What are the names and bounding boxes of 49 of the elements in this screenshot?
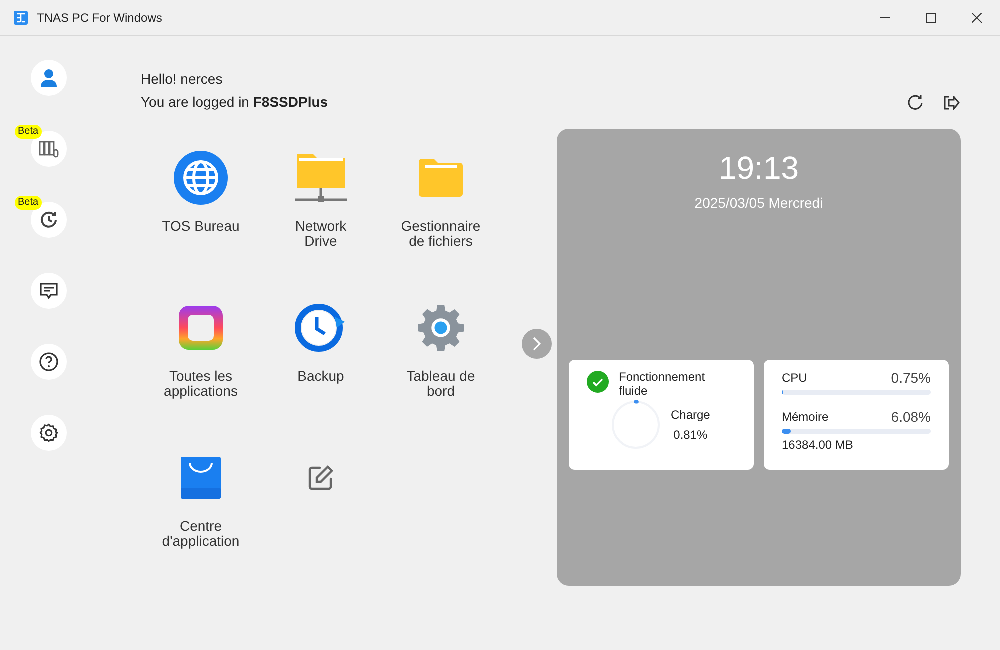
app-launcher[interactable]: Gestionnaire de fichiers (381, 149, 501, 299)
app-launcher[interactable]: Toutes les applications (141, 299, 261, 449)
beta-badge: Beta (15, 196, 42, 210)
close-icon (972, 12, 982, 22)
help-icon (39, 352, 59, 372)
clock-refresh-icon (39, 210, 59, 230)
beta-badge: Beta (15, 125, 42, 139)
gear-icon (416, 303, 466, 353)
load-ring (611, 400, 661, 450)
load-value: 0.81% (674, 428, 708, 442)
logout-icon (944, 96, 960, 110)
minimize-icon (880, 17, 890, 18)
clock-time: 19:13 (718, 149, 800, 187)
metric-value: 0.75% (891, 370, 931, 386)
clock-refresh-icon (295, 303, 347, 353)
globe-icon (173, 150, 229, 206)
clock-date: 2025/03/05 Mercredi (694, 194, 824, 212)
memory-total: 16384.00 MB (782, 438, 854, 452)
refresh-button[interactable] (907, 94, 925, 112)
message-icon (39, 281, 59, 301)
settings-icon (39, 423, 59, 443)
maximize-icon (926, 12, 936, 22)
status-text: Fonctionnement fluide (619, 370, 706, 398)
app-launcher[interactable]: Backup (261, 299, 381, 449)
metric-label: Mémoire (782, 409, 829, 425)
app-launcher[interactable]: Network Drive (261, 149, 381, 299)
sidebar-button[interactable] (31, 273, 67, 309)
folder-icon (419, 158, 463, 198)
sidebar-button[interactable] (31, 344, 67, 380)
window-title: TNAS PC For Windows (37, 10, 162, 26)
edit-icon (307, 464, 335, 492)
server-icon (39, 140, 59, 158)
check-icon (587, 371, 609, 393)
refresh-icon (908, 95, 924, 111)
metric-value: 6.08% (891, 409, 931, 425)
chevron-right-icon (533, 337, 541, 351)
sidebar-button[interactable] (31, 415, 67, 451)
metric-label: CPU (782, 370, 808, 386)
user-icon (39, 68, 59, 88)
app-grid-icon (179, 306, 223, 350)
logout-button[interactable] (943, 94, 961, 112)
shopping-bag-icon (181, 457, 221, 499)
app-logo-icon (14, 10, 28, 24)
load-label: Charge (671, 408, 710, 422)
app-launcher[interactable]: Centre d'application (141, 449, 261, 599)
app-launcher[interactable]: Tableau de bord (381, 299, 501, 449)
login-status-text: You are logged in F8SSDPlus (141, 93, 328, 112)
greeting-text: Hello! nerces (141, 70, 224, 89)
app-launcher[interactable]: TOS Bureau (141, 149, 261, 299)
